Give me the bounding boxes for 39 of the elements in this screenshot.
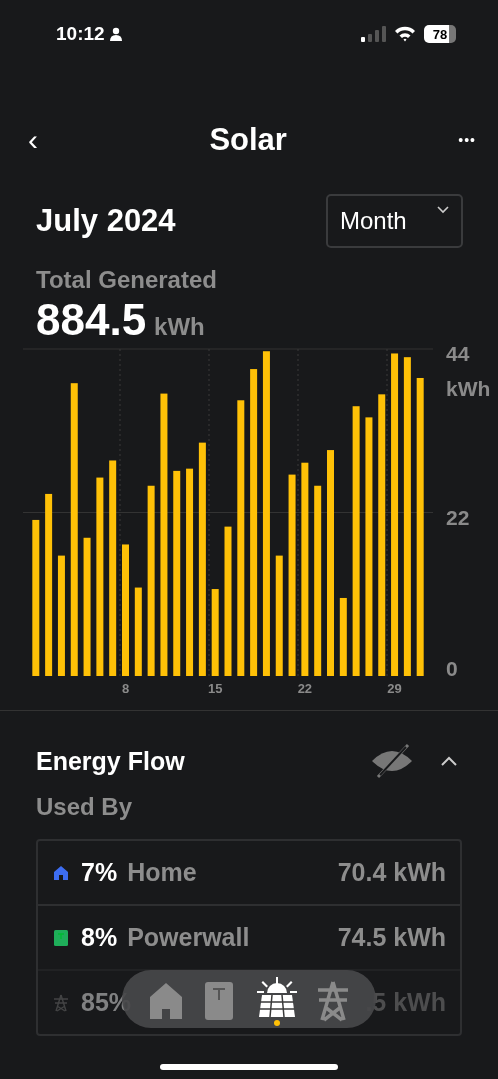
- total-value: 884.5: [36, 296, 147, 344]
- x-axis-label: 29: [387, 681, 402, 696]
- wifi-icon: [394, 26, 416, 42]
- power-tower-icon: [53, 993, 69, 1012]
- more-button[interactable]: •••: [458, 133, 476, 147]
- period-label: July 2024: [36, 203, 176, 239]
- status-time: 10:12: [56, 23, 105, 45]
- usage-label: Home: [127, 858, 198, 887]
- house-icon: [53, 864, 69, 881]
- total-unit: kWh: [154, 313, 205, 341]
- usage-percent: 8%: [81, 923, 118, 952]
- usage-label: Powerwall: [127, 923, 251, 952]
- x-axis-label: 8: [121, 681, 130, 696]
- axis-unit: kWh: [446, 377, 491, 400]
- period-dropdown[interactable]: Month: [326, 194, 463, 248]
- battery-unit-icon: [53, 928, 69, 947]
- page-title: Solar: [209, 122, 287, 158]
- hidden-eye-icon[interactable]: [370, 743, 414, 779]
- usage-value: 70.4 kWh: [337, 858, 446, 887]
- chevron-down-icon: [437, 206, 449, 214]
- y-axis-label: 0: [446, 657, 458, 680]
- total-label: Total Generated: [36, 266, 218, 294]
- usage-percent: 7%: [81, 858, 118, 887]
- usage-value: 74.5 kWh: [337, 923, 446, 952]
- grid-tab[interactable]: [316, 980, 351, 1022]
- usage-percent: 85%: [81, 988, 132, 1017]
- person-icon: [108, 27, 123, 41]
- x-axis-label: 15: [207, 681, 223, 696]
- home-tab[interactable]: [147, 981, 184, 1021]
- battery-icon: 78: [424, 25, 456, 43]
- signal-icon: [360, 26, 386, 42]
- section-subtitle: Used By: [35, 793, 134, 821]
- solar-tab[interactable]: [256, 976, 297, 1026]
- back-button[interactable]: ‹: [28, 125, 38, 155]
- y-axis-label: 22: [446, 505, 470, 529]
- section-title: Energy Flow: [36, 746, 185, 776]
- x-axis-label: 22: [297, 681, 313, 696]
- collapse-button[interactable]: [440, 755, 458, 767]
- y-axis-label: 44: [446, 346, 470, 365]
